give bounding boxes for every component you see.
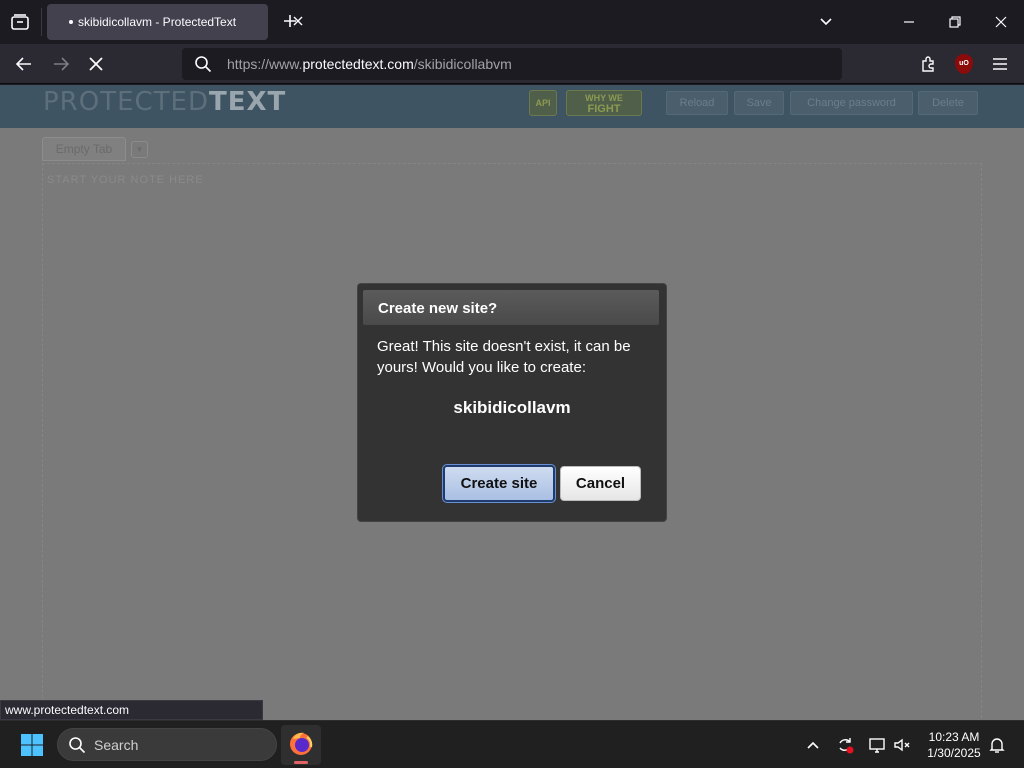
network-icon[interactable]	[867, 735, 887, 755]
window-close-icon[interactable]	[991, 12, 1011, 32]
site-header: PROTECTEDTEXT API WHY WE FIGHT Reload Sa…	[0, 85, 1024, 128]
api-badge[interactable]: API	[529, 90, 557, 116]
extensions-puzzle-icon[interactable]	[919, 54, 939, 74]
firefox-taskbar-button[interactable]	[281, 725, 321, 765]
save-button[interactable]: Save	[734, 91, 784, 115]
chevron-up-icon[interactable]	[803, 735, 823, 755]
clock-time: 10:23 AM	[928, 730, 980, 744]
dialog-site-name: skibidicollavm	[453, 398, 571, 417]
browser-nav-bar: https://www.protectedtext.com/skibidicol…	[0, 44, 1024, 84]
badge-line-2: FIGHT	[587, 103, 621, 115]
tab-separator	[41, 8, 42, 36]
status-bar-link: www.protectedtext.com	[0, 700, 263, 720]
tab-dropdown-icon[interactable]: ▼	[131, 141, 148, 158]
back-arrow-icon[interactable]	[14, 54, 34, 74]
new-tab-icon[interactable]	[280, 11, 300, 31]
dialog-title: Create new site?	[378, 300, 498, 317]
url-text: https://www.protectedtext.com/skibidicol…	[227, 56, 512, 72]
dialog-title-bar: Create new site?	[363, 290, 659, 325]
site-logo[interactable]: PROTECTEDTEXT	[43, 87, 286, 117]
create-site-button[interactable]: Create site	[442, 464, 556, 503]
url-domain: protectedtext.com	[302, 56, 414, 72]
loading-dot-icon	[69, 20, 73, 24]
tab-list-icon[interactable]	[8, 10, 32, 34]
taskbar-search[interactable]: Search	[57, 728, 277, 761]
taskbar-search-label: Search	[94, 737, 139, 753]
reload-button[interactable]: Reload	[666, 91, 728, 115]
search-icon	[194, 55, 212, 73]
tab-title: skibidicollavm - ProtectedText	[78, 15, 237, 29]
logo-light-part: PROTECTED	[43, 87, 210, 117]
create-site-dialog: Create new site? Great! This site doesn'…	[358, 284, 666, 521]
volume-muted-icon[interactable]	[892, 735, 912, 755]
note-tab[interactable]: Empty Tab	[42, 137, 126, 161]
firefox-icon	[290, 732, 313, 755]
change-password-button[interactable]: Change password	[790, 91, 913, 115]
minimize-icon[interactable]	[899, 12, 919, 32]
browser-tab-bar: skibidicollavm - ProtectedText	[0, 0, 1024, 44]
tab-active[interactable]: skibidicollavm - ProtectedText	[47, 4, 303, 40]
windows-start-icon[interactable]	[20, 733, 44, 757]
cancel-button[interactable]: Cancel	[560, 466, 641, 501]
url-bar[interactable]: https://www.protectedtext.com/skibidicol…	[182, 48, 842, 80]
url-prefix: https://www.	[227, 56, 303, 72]
taskbar-clock[interactable]: 10:23 AM 1/30/2025	[922, 729, 986, 761]
taskbar: Search 10:23 AM 1/30/2025	[0, 720, 1024, 768]
chevron-down-icon[interactable]	[816, 12, 836, 32]
sync-alert-icon[interactable]	[835, 735, 855, 755]
clock-date: 1/30/2025	[927, 746, 981, 760]
logo-bold-part: TEXT	[209, 87, 287, 117]
dialog-message: Great! This site doesn't exist, it can b…	[377, 338, 631, 376]
note-placeholder: START YOUR NOTE HERE	[47, 174, 204, 186]
restore-icon[interactable]	[945, 12, 965, 32]
stop-loading-icon[interactable]	[86, 54, 106, 74]
url-path: /skibidicollabvm	[413, 56, 512, 72]
search-icon	[68, 736, 86, 754]
app-running-indicator	[294, 761, 308, 764]
forward-arrow-icon[interactable]	[51, 54, 71, 74]
notification-bell-icon[interactable]	[987, 735, 1007, 755]
delete-button[interactable]: Delete	[918, 91, 978, 115]
why-we-fight-badge[interactable]: WHY WE FIGHT	[566, 90, 642, 116]
hamburger-menu-icon[interactable]	[990, 54, 1010, 74]
ublock-extension-icon[interactable]: uO	[955, 54, 973, 74]
